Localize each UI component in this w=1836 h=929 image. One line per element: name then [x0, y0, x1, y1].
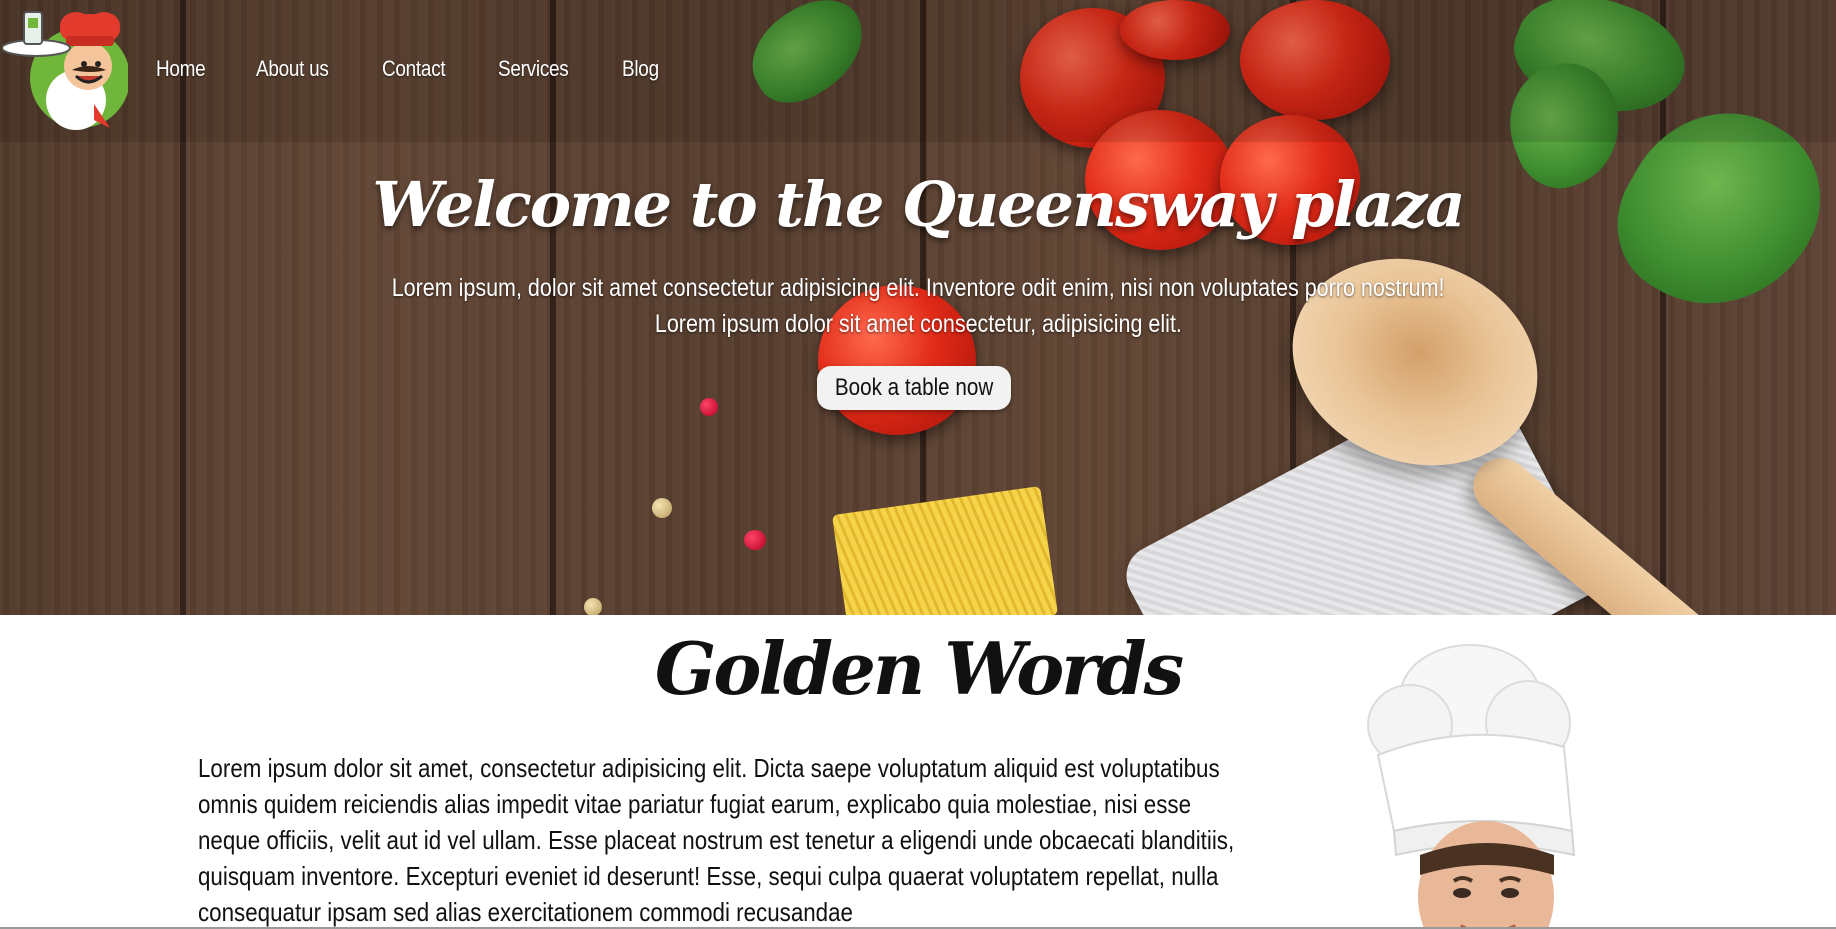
nav-link-contact[interactable]: Contact	[382, 56, 446, 82]
peppercorn-image	[700, 398, 718, 416]
hero-subtitle-line-1: Lorem ipsum, dolor sit amet consectetur …	[391, 274, 1445, 302]
peppercorn-image	[744, 530, 766, 550]
hero-subtitle-line-2: Lorem ipsum dolor sit amet consectetur, …	[654, 310, 1182, 338]
nav-link-services[interactable]: Services	[498, 56, 569, 82]
hero-title: Welcome to the Queensway plaza	[372, 168, 1465, 241]
seed-image	[584, 598, 602, 615]
chef-mascot-icon[interactable]	[1, 4, 130, 132]
golden-words-paragraph: Lorem ipsum dolor sit amet, consectetur …	[198, 753, 1235, 927]
chef-portrait-image	[1350, 635, 1630, 929]
nav-link-about-us[interactable]: About us	[256, 56, 329, 82]
seed-image	[652, 498, 672, 518]
golden-words-body: Lorem ipsum dolor sit amet, consectetur …	[198, 750, 1258, 929]
nav-link-home[interactable]: Home	[156, 56, 206, 82]
book-table-button[interactable]: Book a table now	[817, 366, 1011, 410]
main-nav: Home About us Contact Services Blog	[156, 56, 664, 82]
book-table-button-label: Book a table now	[834, 374, 994, 401]
hero-subtitle: Lorem ipsum, dolor sit amet consectetur …	[0, 270, 1836, 342]
nav-link-blog[interactable]: Blog	[622, 56, 659, 82]
